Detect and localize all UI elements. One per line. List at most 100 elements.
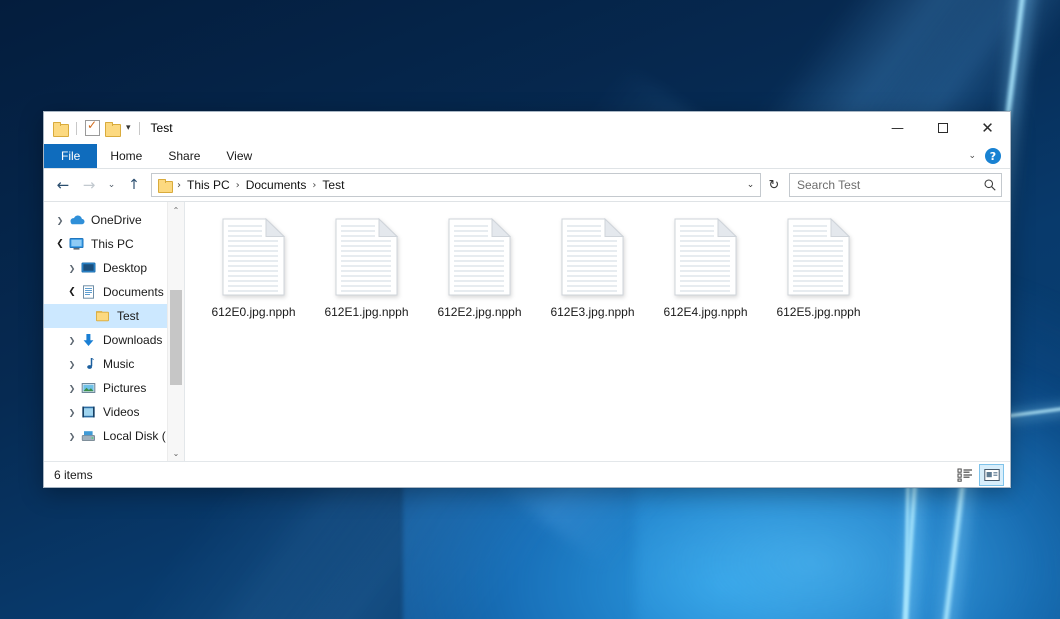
sidebar-item-downloads[interactable]: ❯ Downloads [44, 328, 184, 352]
sidebar-item-label: Pictures [103, 381, 146, 395]
refresh-button[interactable]: ↻ [763, 174, 785, 196]
chevron-down-icon[interactable]: ⌄ [742, 175, 759, 195]
scroll-down-arrow-icon[interactable]: ⌄ [168, 445, 184, 461]
sidebar-item-label: Documents [103, 285, 164, 299]
sidebar-item-documents[interactable]: ❮ Documents [44, 280, 184, 304]
generic-document-icon [674, 218, 737, 296]
file-name-label: 612E1.jpg.npph [322, 305, 410, 319]
file-item[interactable]: 612E0.jpg.npph [197, 216, 310, 319]
file-item[interactable]: 612E1.jpg.npph [310, 216, 423, 319]
status-bar: 6 items [44, 461, 1010, 487]
sidebar-item-music[interactable]: ❯ Music [44, 352, 184, 376]
chevron-right-icon[interactable]: ❯ [64, 400, 80, 424]
breadcrumb-separator: › [234, 180, 242, 191]
generic-document-icon [222, 218, 285, 296]
sidebar-item-onedrive[interactable]: ❯ OneDrive [44, 208, 184, 232]
sidebar-item-label: Test [117, 309, 139, 323]
breadcrumb-this-pc[interactable]: This PC [183, 177, 234, 193]
recent-locations-button[interactable]: ⌄ [102, 173, 121, 197]
pictures-icon [80, 380, 98, 396]
ribbon-tab-bar: File Home Share View ⌄ ? [44, 144, 1010, 169]
properties-checkmark-icon[interactable] [85, 120, 100, 136]
large-icons-view-icon [984, 468, 1000, 482]
search-icon [983, 178, 997, 192]
breadcrumb-separator: › [175, 180, 183, 191]
sidebar-item-label: Music [103, 357, 134, 371]
toolbar-divider [139, 122, 140, 135]
search-input[interactable] [797, 178, 983, 192]
videos-icon [80, 404, 98, 420]
chevron-right-icon[interactable]: ❯ [64, 376, 80, 400]
scroll-up-arrow-icon[interactable]: ⌃ [168, 202, 184, 218]
window-body: ❯ OneDrive ❮ This PC [44, 201, 1010, 461]
file-item[interactable]: 612E2.jpg.npph [423, 216, 536, 319]
file-name-label: 612E0.jpg.npph [209, 305, 297, 319]
help-icon[interactable]: ? [985, 148, 1001, 164]
generic-document-icon [448, 218, 511, 296]
download-icon [80, 332, 98, 348]
tab-file[interactable]: File [44, 144, 97, 168]
maximize-icon [938, 123, 948, 133]
generic-document-icon [335, 218, 398, 296]
details-view-button[interactable] [952, 464, 977, 486]
large-icons-view-button[interactable] [979, 464, 1004, 486]
address-bar-row: ← → ⌄ ↑ › This PC › Documents › Test ⌄ ↻ [44, 169, 1010, 201]
chevron-right-icon[interactable]: ❯ [52, 208, 68, 232]
window-controls: — ✕ [875, 112, 1010, 144]
sidebar-scrollbar[interactable]: ⌃ ⌄ [167, 202, 184, 461]
file-grid: 612E0.jpg.npph [185, 216, 1010, 319]
chevron-down-icon[interactable]: ⌄ [968, 151, 976, 161]
file-item[interactable]: 612E3.jpg.npph [536, 216, 649, 319]
view-mode-buttons [952, 464, 1004, 486]
sidebar-item-videos[interactable]: ❯ Videos [44, 400, 184, 424]
address-bar[interactable]: › This PC › Documents › Test ⌄ [151, 173, 761, 197]
file-name-label: 612E2.jpg.npph [435, 305, 523, 319]
chevron-right-icon[interactable]: ❯ [64, 328, 80, 352]
new-folder-icon[interactable] [105, 122, 120, 135]
forward-button: → [76, 173, 102, 197]
folder-icon[interactable] [53, 122, 68, 135]
tab-home[interactable]: Home [97, 144, 155, 168]
chevron-down-icon[interactable]: ❮ [64, 280, 80, 304]
sidebar-item-pictures[interactable]: ❯ Pictures [44, 376, 184, 400]
desktop-icon [80, 260, 98, 276]
back-button[interactable]: ← [50, 173, 76, 197]
chevron-down-icon[interactable]: ❮ [52, 232, 68, 256]
quick-access-toolbar: ▾ [44, 120, 143, 136]
chevron-right-icon[interactable]: ❯ [64, 352, 80, 376]
minimize-button[interactable]: — [875, 112, 920, 144]
title-bar[interactable]: ▾ Test — ✕ [44, 112, 1010, 144]
ribbon-right-controls: ⌄ ? [968, 144, 1010, 168]
chevron-down-icon[interactable]: ▾ [126, 124, 131, 133]
sidebar-item-label: This PC [91, 237, 134, 251]
sidebar-item-label: Downloads [103, 333, 162, 347]
tab-view[interactable]: View [213, 144, 265, 168]
sidebar-item-label: OneDrive [91, 213, 142, 227]
file-name-label: 612E4.jpg.npph [661, 305, 749, 319]
scrollbar-thumb[interactable] [170, 290, 182, 385]
up-button[interactable]: ↑ [121, 173, 147, 197]
close-button[interactable]: ✕ [965, 112, 1010, 144]
monitor-icon [68, 236, 86, 252]
search-box[interactable] [789, 173, 1002, 197]
sidebar-item-desktop[interactable]: ❯ Desktop [44, 256, 184, 280]
file-item[interactable]: 612E5.jpg.npph [762, 216, 875, 319]
twisty-placeholder: ❯ [78, 304, 94, 328]
maximize-button[interactable] [920, 112, 965, 144]
tab-share[interactable]: Share [155, 144, 213, 168]
file-list-view[interactable]: 612E0.jpg.npph [185, 202, 1010, 461]
music-icon [80, 356, 98, 372]
breadcrumb-separator: › [310, 180, 318, 191]
chevron-right-icon[interactable]: ❯ [64, 424, 80, 448]
navigation-pane: ❯ OneDrive ❮ This PC [44, 202, 185, 461]
sidebar-item-local-disk-c[interactable]: ❯ Local Disk (C:) [44, 424, 184, 448]
harddisk-icon [80, 428, 98, 444]
item-count-label: 6 items [54, 468, 93, 482]
sidebar-item-this-pc[interactable]: ❮ This PC [44, 232, 184, 256]
file-item[interactable]: 612E4.jpg.npph [649, 216, 762, 319]
chevron-right-icon[interactable]: ❯ [64, 256, 80, 280]
toolbar-divider [76, 122, 77, 135]
breadcrumb-test[interactable]: Test [318, 177, 348, 193]
sidebar-item-test[interactable]: ❯ Test [44, 304, 184, 328]
breadcrumb-documents[interactable]: Documents [242, 177, 311, 193]
